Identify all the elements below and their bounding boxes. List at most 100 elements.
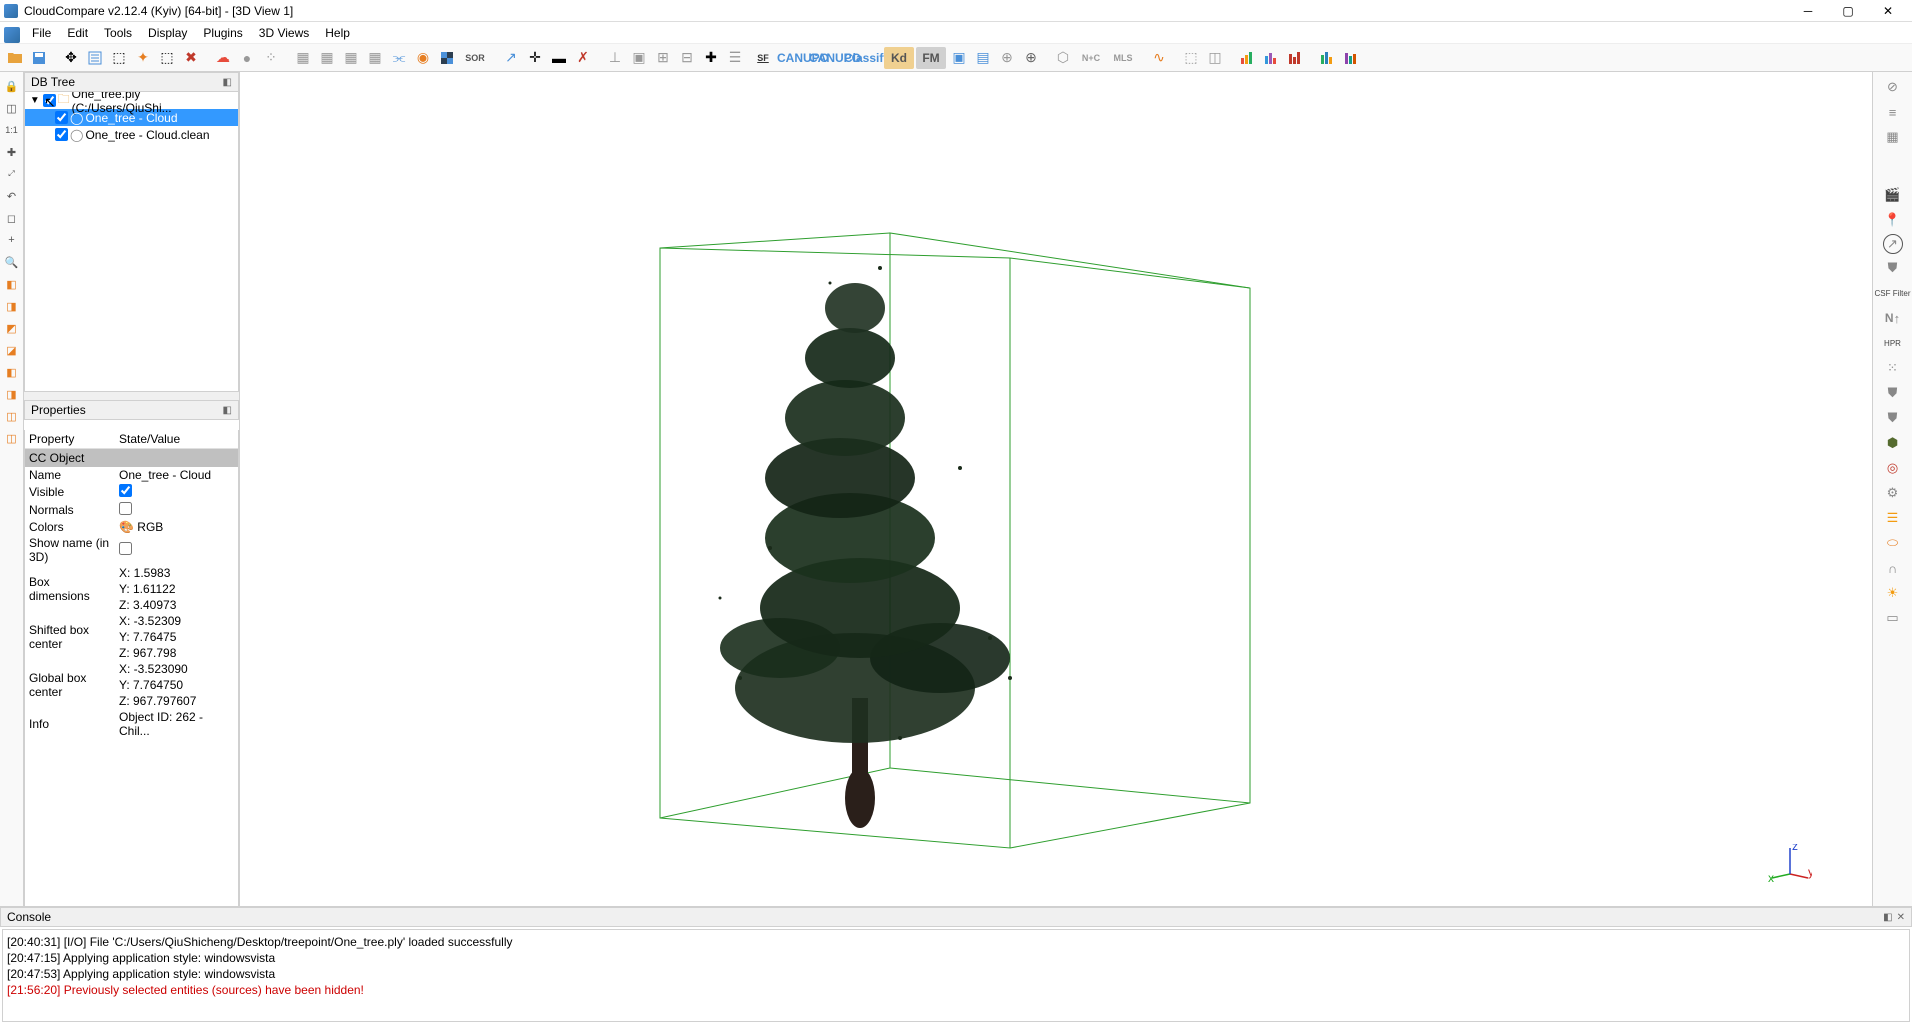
center-icon[interactable]: ✛: [524, 47, 546, 69]
sor-button[interactable]: SOR: [460, 47, 490, 69]
3d-viewport[interactable]: y x z: [240, 72, 1872, 1024]
r-circles-icon[interactable]: ◎: [1880, 457, 1906, 479]
console-header[interactable]: Console ◧ ✕: [0, 907, 1912, 927]
grid4-icon[interactable]: ▦: [364, 47, 386, 69]
view-left-icon[interactable]: ◧: [2, 362, 22, 382]
view-back-icon[interactable]: ◪: [2, 340, 22, 360]
r-grid-icon[interactable]: ▦: [1880, 126, 1906, 148]
fm-button[interactable]: FM: [916, 47, 946, 69]
globe1-icon[interactable]: ⊕: [996, 47, 1018, 69]
histogram-icon[interactable]: ⊥: [604, 47, 626, 69]
dbtree-panel[interactable]: ▼ 🗀 One_tree.ply (C:/Users/QiuShi... ◯ O…: [24, 92, 239, 392]
menu-tools[interactable]: Tools: [96, 25, 140, 41]
bars3-icon[interactable]: [1284, 47, 1306, 69]
menu-file[interactable]: File: [24, 25, 59, 41]
tree-child1-checkbox[interactable]: [55, 111, 68, 124]
delete-icon[interactable]: ✖: [180, 47, 202, 69]
bars4-icon[interactable]: [1316, 47, 1338, 69]
points-icon[interactable]: ⁘: [260, 47, 282, 69]
dbtree-header[interactable]: DB Tree ◧: [24, 72, 239, 92]
prop-showname-checkbox[interactable]: [119, 542, 132, 555]
r-sun-icon[interactable]: ☀: [1880, 582, 1906, 604]
list-icon[interactable]: [84, 47, 106, 69]
menu-3dviews[interactable]: 3D Views: [251, 25, 317, 41]
r-shield-icon[interactable]: ⛊: [1880, 257, 1906, 279]
view-iso2-icon[interactable]: ◫: [2, 428, 22, 448]
r-compass-icon[interactable]: ↗: [1883, 234, 1903, 254]
close-button[interactable]: ✕: [1868, 0, 1908, 22]
bars5-icon[interactable]: [1340, 47, 1362, 69]
pcv-icon[interactable]: ◉: [412, 47, 434, 69]
cloud-icon[interactable]: ☁: [212, 47, 234, 69]
tree-child2-row[interactable]: ◯ One_tree - Cloud.clean: [25, 126, 238, 143]
r-csf-label[interactable]: CSF Filter: [1874, 282, 1912, 304]
subsample-icon[interactable]: ⊟: [676, 47, 698, 69]
view-auto-icon[interactable]: ⤢: [2, 164, 22, 184]
pick-icon[interactable]: ✥: [60, 47, 82, 69]
globe2-icon[interactable]: ⊕: [1020, 47, 1042, 69]
r-layers-icon[interactable]: ☰: [1880, 507, 1906, 529]
r-north-icon[interactable]: N↑: [1880, 307, 1906, 329]
level-icon[interactable]: ▬: [548, 47, 570, 69]
view-lock-icon[interactable]: 🔒: [2, 76, 22, 96]
menu-display[interactable]: Display: [140, 25, 195, 41]
view-iso1-icon[interactable]: ◫: [2, 406, 22, 426]
menu-edit[interactable]: Edit: [59, 25, 96, 41]
r-scatter-icon[interactable]: ⁙: [1880, 357, 1906, 379]
mls-button[interactable]: MLS: [1108, 47, 1138, 69]
r-camera-icon[interactable]: 🎬: [1880, 184, 1906, 206]
r-hpr-label[interactable]: HPR: [1874, 332, 1912, 354]
prop-visible-checkbox[interactable]: [119, 484, 132, 497]
crop-icon[interactable]: ⬚: [156, 47, 178, 69]
view-top-icon[interactable]: ◧: [2, 274, 22, 294]
kd-button[interactable]: Kd: [884, 47, 914, 69]
properties-float-icon[interactable]: ◧: [223, 405, 232, 416]
sample-icon[interactable]: ⬚: [108, 47, 130, 69]
view-rotate-icon[interactable]: ↶: [2, 186, 22, 206]
bars1-icon[interactable]: [1236, 47, 1258, 69]
r-shield3-icon[interactable]: ⛊: [1880, 407, 1906, 429]
menu-help[interactable]: Help: [317, 25, 358, 41]
view-plus-icon[interactable]: ✚: [2, 142, 22, 162]
tree-root-checkbox[interactable]: [43, 94, 56, 107]
colorscale-icon[interactable]: [436, 47, 458, 69]
view-zoom-icon[interactable]: 🔍: [2, 252, 22, 272]
tree-root-row[interactable]: ▼ 🗀 One_tree.ply (C:/Users/QiuShi...: [25, 92, 238, 109]
r-noentry-icon[interactable]: ⊘: [1880, 76, 1906, 98]
maximize-button[interactable]: ▢: [1828, 0, 1868, 22]
grid3-icon[interactable]: ▦: [340, 47, 362, 69]
layers-icon[interactable]: ▤: [972, 47, 994, 69]
dbtree-float-icon[interactable]: ◧: [223, 77, 232, 88]
screenshot-icon[interactable]: ▣: [948, 47, 970, 69]
view-right-icon[interactable]: ◨: [2, 384, 22, 404]
sphere-icon[interactable]: ●: [236, 47, 258, 69]
properties-header[interactable]: Properties ◧: [24, 400, 239, 420]
r-arch-icon[interactable]: ∩: [1880, 557, 1906, 579]
console-float-icon[interactable]: ◧: [1883, 912, 1892, 923]
open-icon[interactable]: [4, 47, 26, 69]
grid2-icon[interactable]: ▦: [316, 47, 338, 69]
bars2-icon[interactable]: [1260, 47, 1282, 69]
view-11-icon[interactable]: 1:1: [2, 120, 22, 140]
clear-icon[interactable]: ✗: [572, 47, 594, 69]
translate-icon[interactable]: ✦: [132, 47, 154, 69]
tree-expand-icon[interactable]: ▼: [29, 95, 41, 106]
sf-button[interactable]: SF: [748, 47, 778, 69]
view-plus2-icon[interactable]: +: [2, 230, 22, 250]
r-stack-icon[interactable]: ≡: [1880, 101, 1906, 123]
add-icon[interactable]: ✚: [700, 47, 722, 69]
camera-icon[interactable]: ▣: [628, 47, 650, 69]
select-icon[interactable]: ⬚: [1180, 47, 1202, 69]
prop-normals-checkbox[interactable]: [119, 502, 132, 515]
view-front-icon[interactable]: ◩: [2, 318, 22, 338]
view-ortho-icon[interactable]: ◻: [2, 208, 22, 228]
tree-child2-checkbox[interactable]: [55, 128, 68, 141]
classify-button[interactable]: Classify: [852, 47, 882, 69]
r-poly-icon[interactable]: ⬢: [1880, 432, 1906, 454]
minimize-button[interactable]: ─: [1788, 0, 1828, 22]
view-cube-icon[interactable]: ◫: [2, 98, 22, 118]
link-icon[interactable]: ⫘: [388, 47, 410, 69]
merge-icon[interactable]: ⊞: [652, 47, 674, 69]
r-shield2-icon[interactable]: ⛊: [1880, 382, 1906, 404]
r-gear-icon[interactable]: ⚙: [1880, 482, 1906, 504]
